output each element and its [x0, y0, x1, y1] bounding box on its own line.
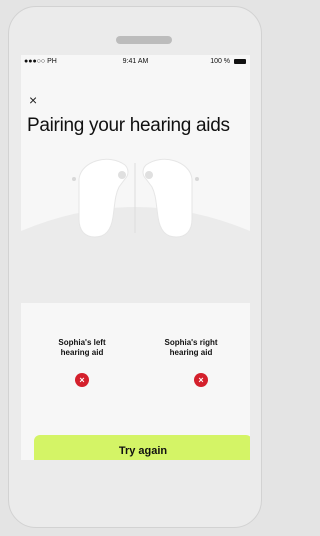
speaker-slot	[116, 36, 172, 44]
left-error-icon: ×	[75, 373, 89, 387]
screen: ●●●○○ PH 9:41 AM 100 % × Pairing your he…	[21, 55, 250, 460]
right-hearing-aid-label: Sophia's right hearing aid	[164, 338, 218, 357]
left-hearing-aid-label: Sophia's left hearing aid	[58, 338, 106, 357]
battery-status: 100 %	[210, 58, 246, 65]
status-bar: ●●●○○ PH 9:41 AM 100 %	[21, 55, 250, 69]
page-title: Pairing your hearing aids	[27, 115, 230, 136]
right-error-icon: ×	[194, 373, 208, 387]
hearing-aid-illustration	[21, 143, 250, 303]
battery-icon	[234, 58, 246, 64]
battery-label: 100 %	[210, 58, 231, 65]
try-again-button[interactable]: Try again	[34, 435, 250, 460]
close-icon[interactable]: ×	[29, 93, 37, 107]
